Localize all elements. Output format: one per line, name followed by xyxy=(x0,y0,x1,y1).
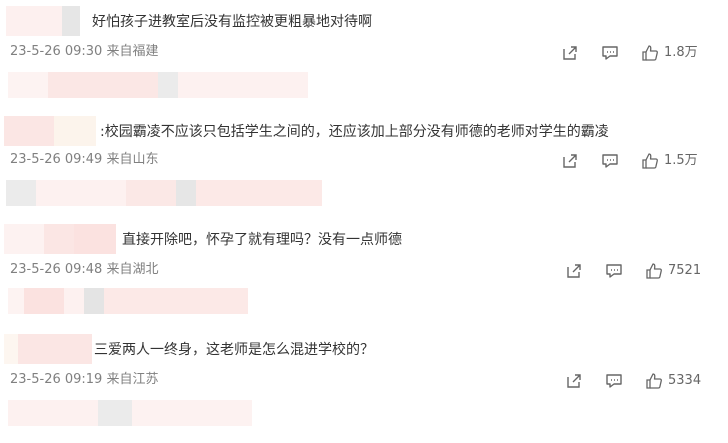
comment-text: 好怕孩子进教室后没有监控被更粗暴地对待啊 xyxy=(92,14,372,30)
comment-meta: 23-5-26 09:49 来自山东 xyxy=(10,152,159,167)
share-icon[interactable] xyxy=(564,371,584,391)
redacted-reply xyxy=(6,180,322,206)
like-count: 7521 xyxy=(668,263,702,278)
redacted-reply xyxy=(8,400,252,426)
redacted-reply xyxy=(8,72,308,98)
like-count: 1.8万 xyxy=(664,45,698,60)
redacted-username xyxy=(4,116,96,146)
comment-item: 好怕孩子进教室后没有监控被更粗暴地对待啊 23-5-26 09:30 来自福建 … xyxy=(0,0,728,110)
comment-text: 三爱两人一终身，这老师是怎么混进学校的？ xyxy=(94,342,374,358)
comment-actions: 7521 xyxy=(564,260,701,282)
comment-item: :校园霸凌不应该只包括学生之间的，还应该加上部分没有师德的老师对学生的霸凌 23… xyxy=(0,110,728,220)
thumbs-up-icon[interactable] xyxy=(640,151,660,171)
comment-actions: 1.5万 xyxy=(560,150,698,172)
comment-text: 直接开除吧，怀孕了就有理吗？没有一点师德 xyxy=(122,232,402,248)
comment-icon[interactable] xyxy=(604,371,624,391)
thumbs-up-icon[interactable] xyxy=(644,261,664,281)
share-icon[interactable] xyxy=(560,43,580,63)
comment-icon[interactable] xyxy=(600,43,620,63)
comment-item: 直接开除吧，怀孕了就有理吗？没有一点师德 23-5-26 09:48 来自湖北 … xyxy=(0,218,728,328)
redacted-reply xyxy=(8,288,248,314)
comment-meta: 23-5-26 09:30 来自福建 xyxy=(10,44,159,59)
share-icon[interactable] xyxy=(560,151,580,171)
redacted-username xyxy=(6,6,80,36)
redacted-username xyxy=(4,224,116,254)
share-icon[interactable] xyxy=(564,261,584,281)
comment-item: 三爱两人一终身，这老师是怎么混进学校的？ 23-5-26 09:19 来自江苏 … xyxy=(0,328,728,438)
like-count: 5334 xyxy=(668,373,702,388)
like-count: 1.5万 xyxy=(664,153,698,168)
comment-actions: 5334 xyxy=(564,370,701,392)
comment-icon[interactable] xyxy=(600,151,620,171)
comment-actions: 1.8万 xyxy=(560,42,698,64)
thumbs-up-icon[interactable] xyxy=(640,43,660,63)
comment-meta: 23-5-26 09:19 来自江苏 xyxy=(10,372,159,387)
comment-meta: 23-5-26 09:48 来自湖北 xyxy=(10,262,159,277)
comment-icon[interactable] xyxy=(604,261,624,281)
thumbs-up-icon[interactable] xyxy=(644,371,664,391)
comment-text: :校园霸凌不应该只包括学生之间的，还应该加上部分没有师德的老师对学生的霸凌 xyxy=(100,124,609,140)
redacted-username xyxy=(4,334,92,364)
